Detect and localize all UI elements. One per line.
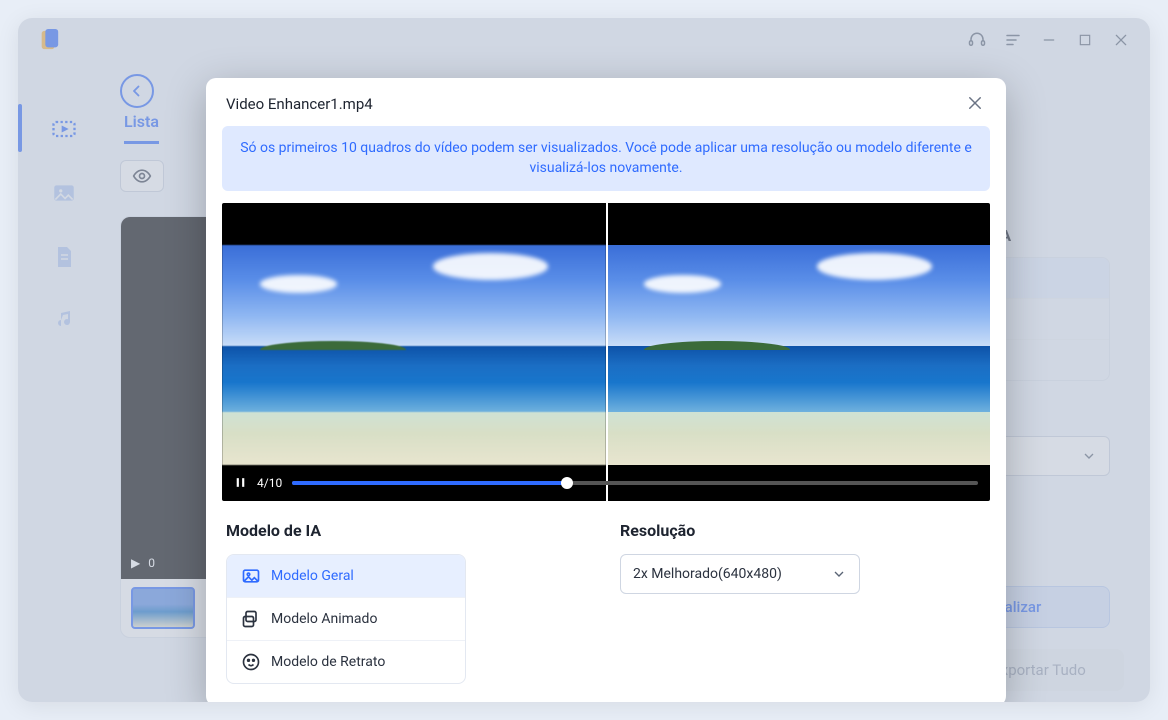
modal-resolution-col: Resolução 2x Melhorado(640x480): [620, 521, 986, 684]
chevron-down-icon: [831, 566, 847, 582]
modal-model-list: Modelo Geral Modelo Animado Modelo de Re…: [226, 554, 466, 684]
modal-close-button[interactable]: [966, 94, 986, 114]
modal-model-title: Modelo de IA: [226, 521, 592, 540]
info-banner: Só os primeiros 10 quadros do vídeo pode…: [222, 126, 990, 191]
modal-model-animated[interactable]: Modelo Animado: [227, 598, 465, 641]
face-icon: [241, 652, 261, 672]
preview-right: [606, 203, 990, 501]
playbar: 4/10: [222, 465, 990, 501]
modal-resolution-value: 2x Melhorado(640x480): [633, 566, 782, 582]
modal-model-label: Modelo de Retrato: [271, 654, 385, 670]
modal-model-label: Modelo Animado: [271, 611, 377, 627]
progress-knob[interactable]: [561, 477, 573, 489]
modal-model-portrait[interactable]: Modelo de Retrato: [227, 641, 465, 683]
progress-fill: [292, 481, 566, 485]
preview-compare: 4/10: [222, 203, 990, 501]
pause-icon[interactable]: [234, 476, 247, 489]
modal-model-general[interactable]: Modelo Geral: [227, 555, 465, 598]
modal-lower: Modelo de IA Modelo Geral Modelo Animado: [222, 521, 990, 684]
preview-modal: Video Enhancer1.mp4 Só os primeiros 10 q…: [206, 78, 1006, 702]
modal-resolution-select[interactable]: 2x Melhorado(640x480): [620, 554, 860, 594]
modal-model-label: Modelo Geral: [271, 568, 354, 584]
frame-counter: 4/10: [257, 476, 282, 490]
app-window: Lista ▶ 0: [18, 18, 1150, 702]
modal-title: Video Enhancer1.mp4: [226, 95, 373, 113]
layers-icon: [241, 609, 261, 629]
modal-resolution-title: Resolução: [620, 521, 986, 540]
preview-left: [222, 203, 606, 501]
modal-model-col: Modelo de IA Modelo Geral Modelo Animado: [226, 521, 592, 684]
progress-track[interactable]: [292, 481, 978, 485]
image-icon: [241, 566, 261, 586]
compare-divider[interactable]: [606, 203, 608, 501]
modal-header: Video Enhancer1.mp4: [222, 94, 990, 126]
